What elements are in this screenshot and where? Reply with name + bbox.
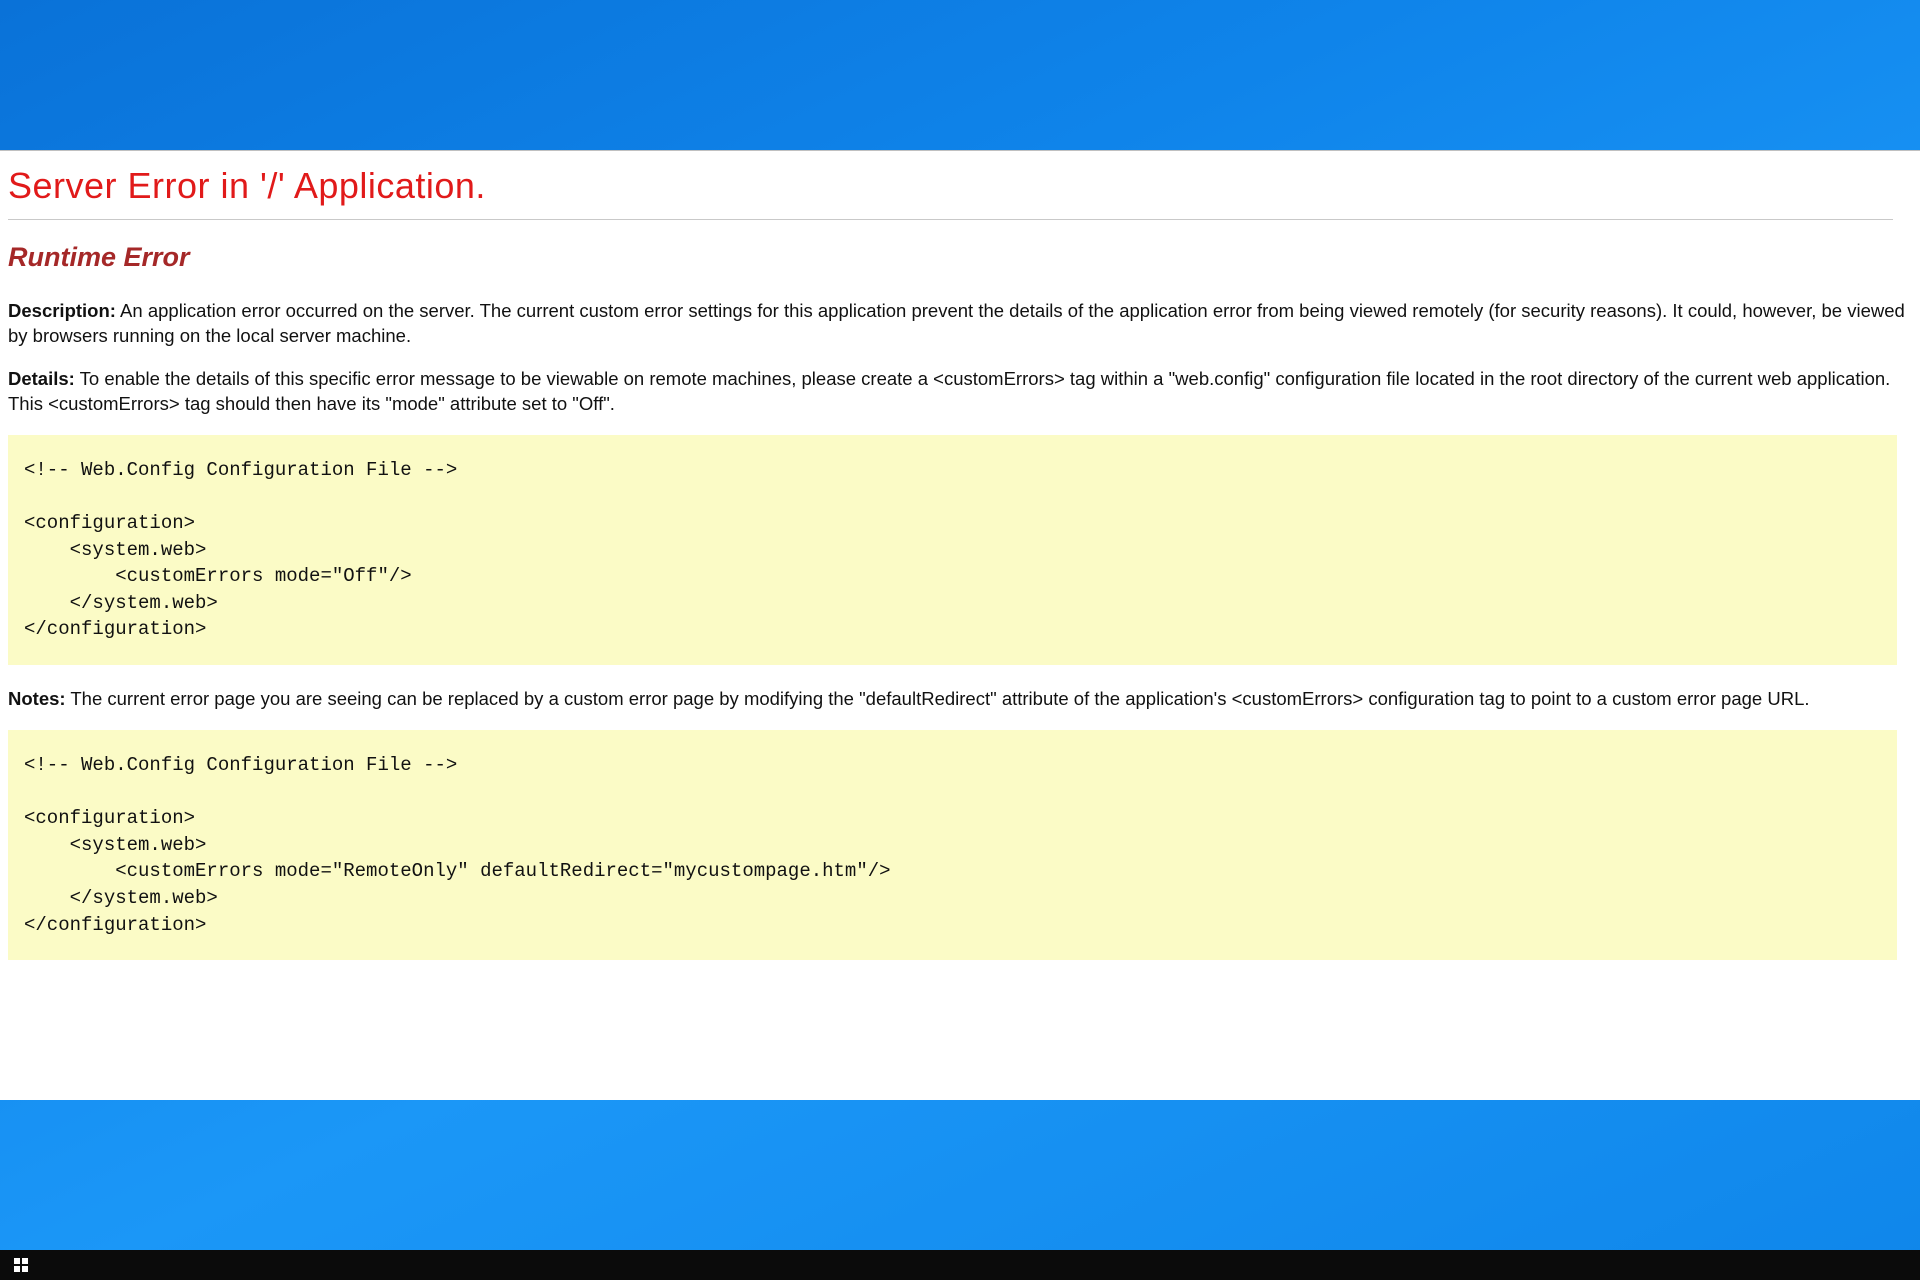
details-paragraph: Details: To enable the details of this s… [8, 367, 1912, 417]
taskbar[interactable] [0, 1250, 1920, 1280]
codeblock-off: <!-- Web.Config Configuration File --> <… [8, 435, 1897, 665]
description-text: An application error occurred on the ser… [8, 300, 1905, 346]
code-text-remoteonly: <!-- Web.Config Configuration File --> <… [24, 752, 1881, 938]
divider [8, 219, 1893, 220]
page-title: Server Error in '/' Application. [8, 165, 1912, 207]
code-text-off: <!-- Web.Config Configuration File --> <… [24, 457, 1881, 643]
description-paragraph: Description: An application error occurr… [8, 299, 1912, 349]
windows-start-icon[interactable] [14, 1258, 28, 1272]
error-subtitle: Runtime Error [8, 242, 1912, 273]
notes-paragraph: Notes: The current error page you are se… [8, 687, 1912, 712]
description-label: Description: [8, 300, 116, 321]
details-label: Details: [8, 368, 75, 389]
error-page-panel: Server Error in '/' Application. Runtime… [0, 150, 1920, 1100]
notes-text: The current error page you are seeing ca… [66, 688, 1810, 709]
codeblock-remoteonly: <!-- Web.Config Configuration File --> <… [8, 730, 1897, 960]
notes-label: Notes: [8, 688, 66, 709]
details-text: To enable the details of this specific e… [8, 368, 1890, 414]
